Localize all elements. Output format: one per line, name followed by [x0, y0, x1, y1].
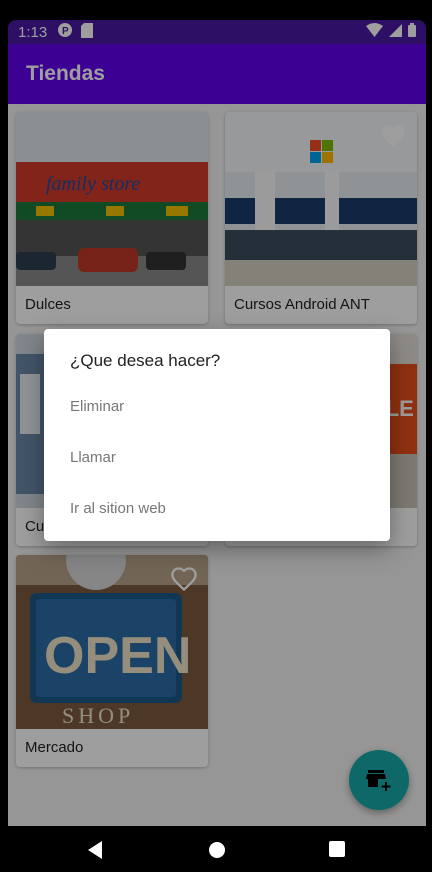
dialog-option-eliminar[interactable]: Eliminar	[70, 381, 364, 432]
dialog-option-sitio-web[interactable]: Ir al sition web	[70, 483, 364, 534]
recents-icon[interactable]	[328, 840, 346, 858]
back-icon[interactable]	[86, 840, 104, 860]
dialog-title: ¿Que desea hacer?	[70, 351, 221, 370]
navigation-bar	[0, 826, 432, 872]
home-icon[interactable]	[207, 840, 227, 860]
phone-screen: 1:13 P Tiendas family store Dulces Curso…	[0, 0, 432, 872]
dialog-option-llamar[interactable]: Llamar	[70, 432, 364, 483]
action-dialog: ¿Que desea hacer? Eliminar Llamar Ir al …	[44, 329, 390, 541]
